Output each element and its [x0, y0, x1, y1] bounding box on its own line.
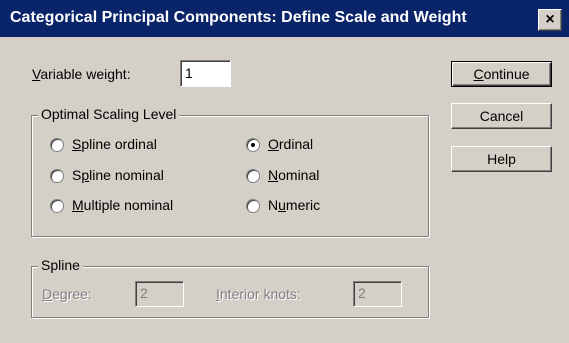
- continue-label-post: ontinue: [483, 66, 530, 82]
- interior-knots-input[interactable]: 2: [353, 281, 402, 307]
- nominal-label-post: ominal: [278, 167, 320, 183]
- numeric-label-post: meric: [285, 197, 321, 213]
- optimal-scaling-title: Optimal Scaling Level: [38, 106, 180, 122]
- window-title: Categorical Principal Components: Define…: [10, 9, 467, 26]
- degree-input[interactable]: 2: [135, 281, 184, 307]
- variable-weight-input[interactable]: 1: [180, 60, 231, 87]
- continue-mnemonic: C: [473, 66, 484, 82]
- numeric-label-pre: N: [268, 197, 279, 213]
- title-bar: Categorical Principal Components: Define…: [0, 0, 569, 37]
- spline-ordinal-radio[interactable]: [50, 138, 64, 152]
- cancel-button[interactable]: Cancel: [451, 103, 552, 129]
- help-button[interactable]: Help: [451, 146, 552, 172]
- spline-ordinal-label-post: pline ordinal: [81, 136, 157, 152]
- spline-ordinal-mnemonic: S: [72, 136, 82, 152]
- close-button[interactable]: ×: [538, 9, 562, 31]
- spline-nominal-radio[interactable]: [50, 169, 64, 183]
- degree-mnemonic: D: [42, 286, 53, 302]
- multiple-nominal-mnemonic: M: [72, 197, 84, 213]
- spline-nominal-label-post: line nominal: [89, 167, 164, 183]
- numeric-mnemonic: u: [278, 197, 286, 213]
- nominal-mnemonic: N: [268, 167, 279, 183]
- ordinal-label[interactable]: Ordinal: [268, 136, 313, 152]
- variable-weight-label: Variable weight:: [32, 66, 131, 82]
- spline-nominal-mnemonic: p: [81, 167, 90, 183]
- continue-button[interactable]: Continue: [451, 61, 552, 87]
- spline-nominal-label-pre: S: [72, 167, 82, 183]
- spline-nominal-label[interactable]: Spline nominal: [72, 167, 164, 183]
- interior-knots-label-post: nterior knots:: [219, 286, 301, 302]
- nominal-label[interactable]: Nominal: [268, 167, 319, 183]
- ordinal-label-post: rdinal: [278, 136, 314, 152]
- interior-knots-label: Interior knots:: [216, 286, 301, 302]
- ordinal-radio[interactable]: [246, 138, 260, 152]
- degree-label-post: egree:: [52, 286, 92, 302]
- nominal-radio[interactable]: [246, 169, 260, 183]
- multiple-nominal-label[interactable]: Multiple nominal: [72, 197, 173, 213]
- numeric-label[interactable]: Numeric: [268, 197, 320, 213]
- ordinal-mnemonic: O: [268, 136, 279, 152]
- degree-label: Degree:: [42, 286, 92, 302]
- spline-ordinal-label[interactable]: Spline ordinal: [72, 136, 157, 152]
- close-icon: ×: [545, 11, 555, 28]
- multiple-nominal-radio[interactable]: [50, 199, 64, 213]
- multiple-nominal-label-post: ultiple nominal: [83, 197, 174, 213]
- spline-title: Spline: [38, 257, 83, 273]
- numeric-radio[interactable]: [246, 199, 260, 213]
- variable-weight-label-rest: ariable weight:: [40, 66, 131, 82]
